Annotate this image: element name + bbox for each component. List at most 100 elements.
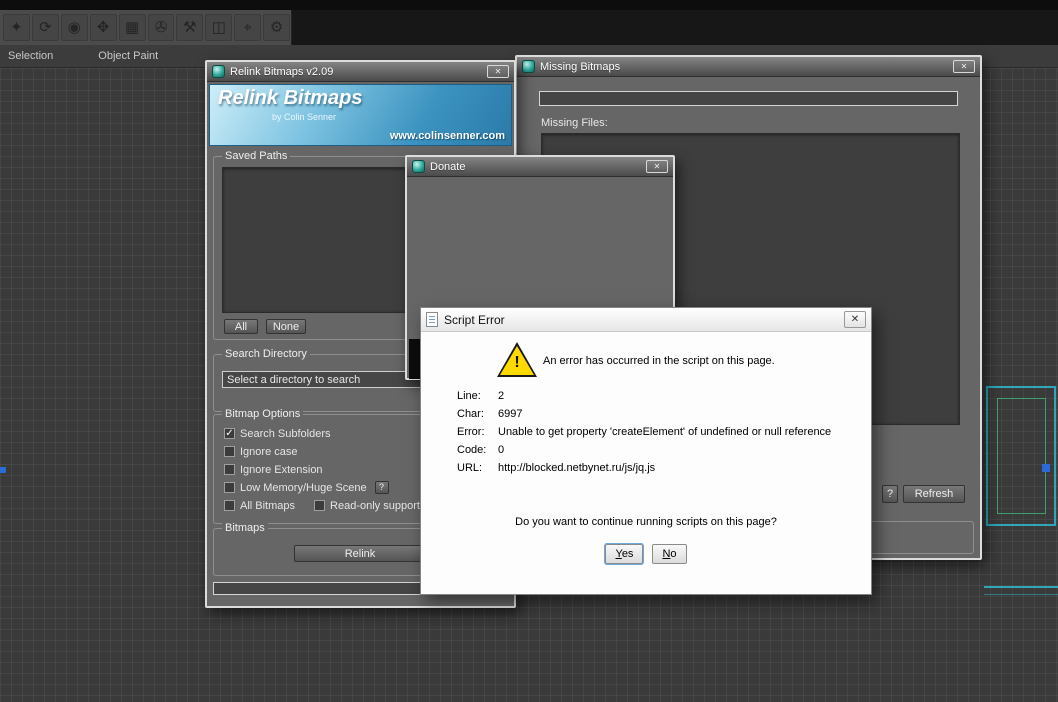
wireframe-line <box>984 594 1058 595</box>
missing-files-label: Missing Files: <box>541 117 608 129</box>
checkbox-ignore-extension[interactable] <box>224 464 235 475</box>
tab-object-paint[interactable]: Object Paint <box>98 50 158 62</box>
wireframe-rect-inner <box>997 398 1046 514</box>
bitmap-options-label: Bitmap Options <box>222 408 304 420</box>
target-icon[interactable]: ⌖ <box>234 14 262 41</box>
all-button[interactable]: All <box>224 319 258 334</box>
move-icon[interactable]: ✥ <box>89 14 117 41</box>
search-directory-label: Search Directory <box>222 348 310 360</box>
relink-banner: Relink Bitmaps by Colin Senner www.colin… <box>209 84 512 146</box>
refresh-button[interactable]: Refresh <box>903 485 965 503</box>
dialog-title: Donate <box>430 160 466 173</box>
relink-titlebar[interactable]: Relink Bitmaps v2.09 <box>207 62 514 82</box>
continue-question: Do you want to continue running scripts … <box>515 516 777 528</box>
dialog-buttons: Yes No <box>421 544 871 564</box>
close-icon[interactable] <box>646 160 668 173</box>
close-icon[interactable] <box>487 65 509 78</box>
option-row: Search Subfolders <box>224 427 331 440</box>
checkbox-low-memory[interactable] <box>224 482 235 493</box>
missing-bitmaps-titlebar[interactable]: Missing Bitmaps <box>517 57 980 77</box>
icon-glyph: ▦ <box>124 19 140 36</box>
close-icon[interactable] <box>844 311 866 328</box>
light-icon[interactable]: ⚙ <box>263 14 291 41</box>
script-error-dialog: Script Error ! An error has occurred in … <box>420 307 872 595</box>
banner-url[interactable]: www.colinsenner.com <box>390 130 505 142</box>
tab-selection[interactable]: Selection <box>8 50 53 62</box>
icon-glyph: ◉ <box>67 19 81 36</box>
option-label: Ignore case <box>240 445 298 458</box>
dialog-title: Missing Bitmaps <box>540 60 621 73</box>
grid-array-icon[interactable]: ▦ <box>118 14 146 41</box>
error-field-row: Error: Unable to get property 'createEle… <box>421 426 863 440</box>
warning-icon: ! <box>497 342 537 379</box>
banner-title: Relink Bitmaps <box>218 87 363 109</box>
field-value: 0 <box>498 444 505 456</box>
checkbox-all-bitmaps[interactable] <box>224 500 235 511</box>
close-icon[interactable] <box>953 60 975 73</box>
error-field-row: Char: 6997 <box>421 408 863 422</box>
option-row: Ignore case <box>224 445 297 458</box>
mirror-icon[interactable]: ◫ <box>205 14 233 41</box>
relink-button[interactable]: Relink <box>294 545 426 562</box>
link-icon[interactable]: ⚒ <box>176 14 204 41</box>
checkbox-read-only[interactable] <box>314 500 326 511</box>
error-field-row: Code: 0 <box>421 444 863 458</box>
field-label: Error: <box>457 426 485 438</box>
warning-exclamation: ! <box>514 354 520 371</box>
field-label: URL: <box>457 462 483 474</box>
option-label: All Bitmaps <box>240 499 296 512</box>
option-row: All Bitmaps Read-only support <box>224 499 420 512</box>
select-figure-icon[interactable]: ✦ <box>3 14 30 41</box>
icon-glyph: ◫ <box>211 19 226 36</box>
main-toolbar: ✦ ⟳ ◉ ✥ ▦ ✇ ⚒ ◫ ⌖ ⚙ <box>0 10 292 45</box>
option-label: Search Subfolders <box>240 427 331 440</box>
script-error-titlebar[interactable]: Script Error <box>421 308 871 332</box>
help-button[interactable]: ? <box>882 485 898 503</box>
max-logo-icon <box>522 60 535 73</box>
saved-paths-label: Saved Paths <box>222 150 291 162</box>
film-icon[interactable]: ✇ <box>147 14 175 41</box>
menu-strip <box>0 0 1058 10</box>
field-label: Char: <box>457 408 484 420</box>
checkbox-search-subfolders[interactable] <box>224 428 235 439</box>
checkbox-ignore-case[interactable] <box>224 446 235 457</box>
option-label: Read-only support <box>330 499 420 512</box>
script-page-icon <box>426 312 438 327</box>
error-field-row: URL: http://blocked.netbynet.ru/js/jq.js <box>421 462 863 476</box>
yes-button[interactable]: Yes <box>605 544 644 564</box>
option-label: Low Memory/Huge Scene <box>240 481 367 494</box>
error-field-row: Line: 2 <box>421 390 863 404</box>
sphere-icon[interactable]: ◉ <box>60 14 88 41</box>
icon-glyph: ⌖ <box>243 19 252 36</box>
no-button[interactable]: No <box>652 544 687 564</box>
bitmaps-label: Bitmaps <box>222 522 268 534</box>
icon-glyph: ⚒ <box>183 19 197 36</box>
none-button[interactable]: None <box>266 319 306 334</box>
banner-subtitle: by Colin Senner <box>272 112 337 122</box>
dialog-title: Relink Bitmaps v2.09 <box>230 65 334 78</box>
missing-progress-bar <box>539 91 958 106</box>
icon-glyph: ⟳ <box>39 19 52 36</box>
max-logo-icon <box>212 65 225 78</box>
low-memory-help-button[interactable]: ? <box>374 481 389 494</box>
option-row: Low Memory/Huge Scene ? <box>224 481 389 494</box>
option-row: Ignore Extension <box>224 463 323 476</box>
field-label: Code: <box>457 444 487 456</box>
field-label: Line: <box>457 390 481 402</box>
field-value: http://blocked.netbynet.ru/js/jq.js <box>498 462 656 474</box>
donate-titlebar[interactable]: Donate <box>407 157 673 177</box>
icon-glyph: ✥ <box>96 19 110 36</box>
dialog-title: Script Error <box>444 312 505 327</box>
field-value: 2 <box>498 390 505 402</box>
app-screen: ✦ ⟳ ◉ ✥ ▦ ✇ ⚒ ◫ ⌖ ⚙ Selection Object Pai… <box>0 0 1058 702</box>
error-message: An error has occurred in the script on t… <box>543 355 775 367</box>
selection-handle[interactable] <box>0 467 6 473</box>
rotate-icon[interactable]: ⟳ <box>31 14 59 41</box>
icon-glyph: ✇ <box>154 19 168 36</box>
max-logo-icon <box>412 160 425 173</box>
wireframe-line <box>984 586 1058 588</box>
selection-handle[interactable] <box>1042 464 1050 472</box>
icon-glyph: ✦ <box>10 19 23 36</box>
icon-glyph: ⚙ <box>269 19 284 36</box>
field-value: 6997 <box>498 408 523 420</box>
